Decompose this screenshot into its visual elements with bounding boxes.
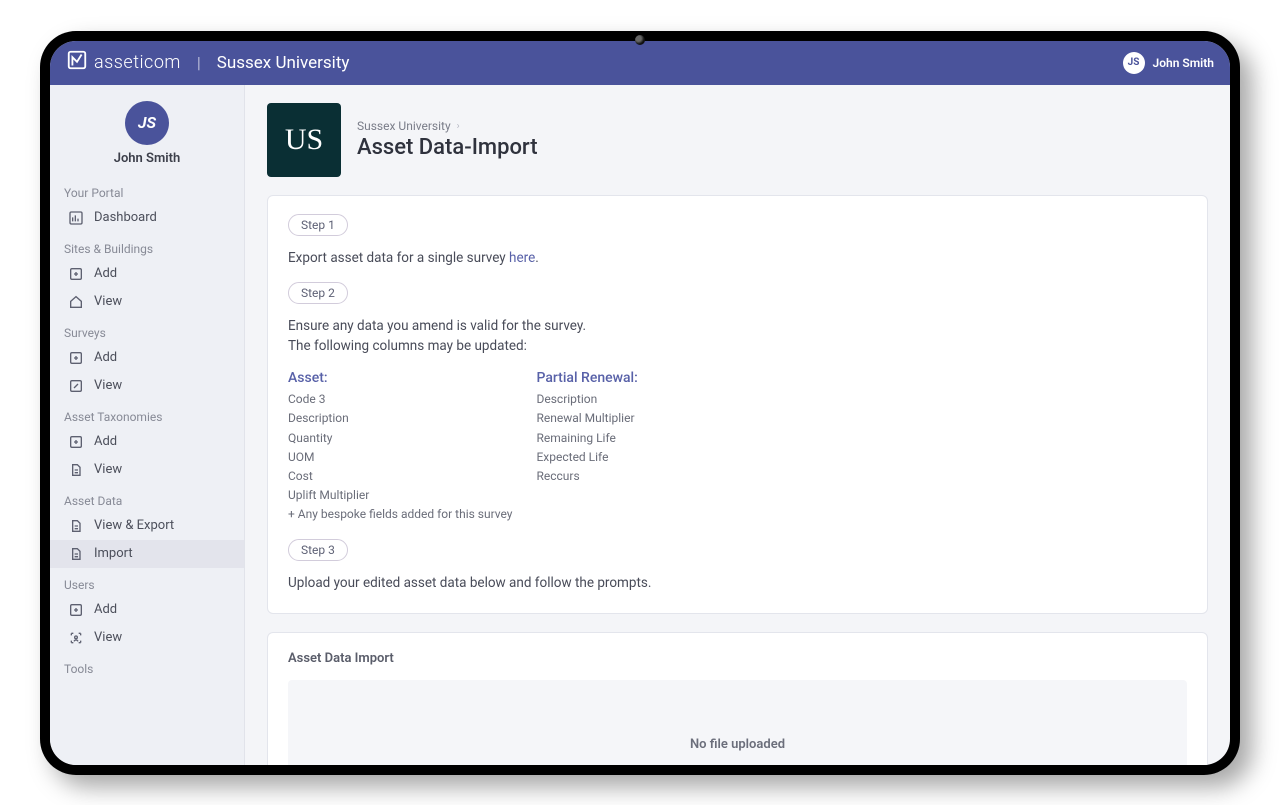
nav-surveys-add[interactable]: Add (50, 344, 244, 372)
step3-pill: Step 3 (288, 539, 348, 561)
nav-label: View (94, 462, 122, 477)
brand-divider: | (193, 53, 205, 72)
page-header: US Sussex University › Asset Data-Import (267, 103, 1208, 177)
nav-label: View & Export (94, 518, 174, 533)
export-here-link[interactable]: here (509, 250, 535, 266)
avatar-large: JS (125, 101, 169, 145)
section-surveys: Surveys (50, 316, 244, 344)
asset-columns-title: Asset: (288, 370, 512, 386)
app-header: asseticom | Sussex University JS John Sm… (50, 41, 1230, 85)
document-icon (68, 518, 84, 534)
section-asset-data: Asset Data (50, 484, 244, 512)
nav-label: Add (94, 434, 117, 449)
step3-text: Upload your edited asset data below and … (288, 573, 1187, 593)
asset-columns-list: Code 3DescriptionQuantityUOMCostUplift M… (288, 390, 512, 524)
nav-users-view[interactable]: View (50, 624, 244, 652)
dropzone-text: No file uploaded (690, 737, 785, 752)
file-dropzone[interactable]: No file uploaded (288, 680, 1187, 765)
main-content: US Sussex University › Asset Data-Import… (245, 85, 1230, 765)
section-users: Users (50, 568, 244, 596)
user-scan-icon (68, 630, 84, 646)
section-your-portal: Your Portal (50, 176, 244, 204)
nav-label: Add (94, 602, 117, 617)
nav-label: View (94, 630, 122, 645)
nav-label: View (94, 378, 122, 393)
user-menu[interactable]: JS John Smith (1123, 52, 1214, 74)
step1-text: Export asset data for a single survey he… (288, 248, 1187, 268)
step2-pill: Step 2 (288, 282, 348, 304)
nav-label: Import (94, 546, 133, 561)
tablet-frame: asseticom | Sussex University JS John Sm… (40, 31, 1240, 775)
nav-label: Dashboard (94, 210, 157, 225)
nav-surveys-view[interactable]: View (50, 372, 244, 400)
section-sites: Sites & Buildings (50, 232, 244, 260)
sidebar: JS John Smith Your Portal Dashboard Site… (50, 85, 245, 765)
dashboard-icon (68, 210, 84, 226)
step1-pill: Step 1 (288, 214, 348, 236)
nav-label: Add (94, 266, 117, 281)
user-name: John Smith (1153, 56, 1214, 70)
section-taxonomies: Asset Taxonomies (50, 400, 244, 428)
nav-label: View (94, 294, 122, 309)
plus-icon (68, 350, 84, 366)
document-icon (68, 546, 84, 562)
nav-users-add[interactable]: Add (50, 596, 244, 624)
nav-sites-add[interactable]: Add (50, 260, 244, 288)
partial-renewal-list: DescriptionRenewal MultiplierRemaining L… (536, 390, 736, 486)
nav-tax-add[interactable]: Add (50, 428, 244, 456)
steps-card: Step 1 Export asset data for a single su… (267, 195, 1208, 614)
partial-renewal-title: Partial Renewal: (536, 370, 736, 386)
avatar-small: JS (1123, 52, 1145, 74)
page-title: Asset Data-Import (357, 135, 538, 160)
chevron-right-icon: › (457, 121, 460, 132)
plus-icon (68, 266, 84, 282)
import-card-title: Asset Data Import (288, 651, 1187, 666)
import-card: Asset Data Import No file uploaded (267, 632, 1208, 765)
step2-text: Ensure any data you amend is valid for t… (288, 316, 1187, 357)
brand: asseticom (66, 49, 181, 76)
plus-icon (68, 434, 84, 450)
plus-icon (68, 602, 84, 618)
nav-assetdata-viewexport[interactable]: View & Export (50, 512, 244, 540)
screen: asseticom | Sussex University JS John Sm… (50, 41, 1230, 765)
nav-sites-view[interactable]: View (50, 288, 244, 316)
nav-assetdata-import[interactable]: Import (50, 540, 244, 568)
sidebar-profile[interactable]: JS John Smith (50, 97, 244, 176)
nav-dashboard[interactable]: Dashboard (50, 204, 244, 232)
brand-name: asseticom (94, 52, 181, 73)
nav-tax-view[interactable]: View (50, 456, 244, 484)
updatable-columns: Asset: Code 3DescriptionQuantityUOMCostU… (288, 370, 1187, 524)
header-org-name: Sussex University (217, 53, 350, 73)
edit-icon (68, 378, 84, 394)
brand-logo-icon (66, 49, 88, 76)
profile-name: John Smith (50, 151, 244, 166)
breadcrumb[interactable]: Sussex University › (357, 119, 538, 133)
breadcrumb-org: Sussex University (357, 119, 451, 133)
document-icon (68, 462, 84, 478)
nav-label: Add (94, 350, 117, 365)
home-icon (68, 294, 84, 310)
org-logo: US (267, 103, 341, 177)
section-tools: Tools (50, 652, 244, 680)
